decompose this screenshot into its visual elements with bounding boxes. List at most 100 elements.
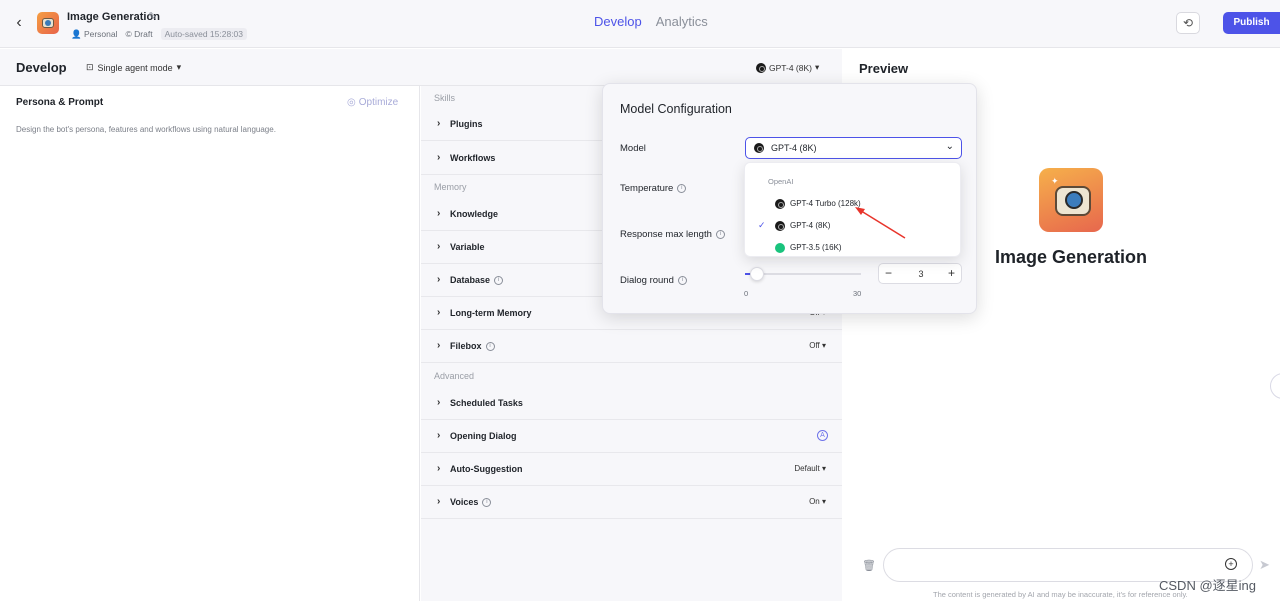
tab-develop[interactable]: Develop — [594, 14, 642, 29]
bot-avatar — [37, 12, 59, 34]
chevron-right-icon: › — [437, 118, 441, 129]
agent-mode-select[interactable]: ⊡ Single agent mode ▾ — [86, 62, 181, 73]
develop-bar: Develop ⊡ Single agent mode ▾ GPT-4 (8K)… — [0, 49, 842, 86]
info-icon[interactable]: i — [677, 276, 687, 285]
dialog-round-slider[interactable] — [745, 267, 861, 281]
check-icon: ✓ — [758, 220, 766, 230]
row-auto-suggestion[interactable]: › Auto-Suggestion Default ▾ — [421, 453, 842, 486]
edit-icon[interactable]: ✎ — [148, 10, 157, 23]
caret-down-icon: ▾ — [814, 62, 820, 72]
response-max-length-label: Response max length i — [620, 229, 725, 240]
preview-bot-avatar: ✦ — [1039, 168, 1103, 232]
caret-down-icon: ▾ — [176, 62, 182, 72]
optimize-label: Optimize — [358, 97, 399, 108]
bot-meta: 👤 Personal © Draft Auto-saved 15:28:03 — [71, 28, 248, 40]
slider-max-label: 30 — [853, 289, 862, 298]
camera-lens — [1065, 191, 1083, 209]
chevron-right-icon: › — [437, 496, 441, 507]
gpt35-icon — [775, 243, 785, 253]
send-icon[interactable]: ➤ — [1259, 557, 1270, 573]
row-label-wrap: Voices i — [450, 497, 492, 507]
voices-toggle[interactable]: On ▾ — [809, 497, 826, 506]
row-label: Long-term Memory — [450, 308, 532, 318]
ai-disclaimer: The content is generated by AI and may b… — [933, 590, 1188, 599]
section-memory: Memory — [434, 182, 467, 192]
openai-icon — [775, 221, 785, 231]
chevron-right-icon: › — [437, 430, 441, 441]
row-label: Plugins — [450, 119, 483, 129]
row-label: Variable — [450, 242, 485, 252]
chevron-right-icon: › — [437, 397, 441, 408]
chevron-right-icon: › — [437, 152, 441, 163]
openai-icon — [754, 143, 764, 153]
status-label: © Draft — [125, 29, 153, 39]
persona-title: Persona & Prompt — [16, 97, 104, 108]
chevron-right-icon: › — [437, 340, 441, 351]
chevron-right-icon: › — [437, 274, 441, 285]
ai-generate-icon[interactable]: A — [817, 430, 828, 441]
info-icon[interactable]: i — [715, 230, 725, 239]
clear-chat-icon[interactable]: 🗑 — [862, 559, 876, 572]
info-icon[interactable]: i — [482, 497, 492, 507]
dialog-round-stepper[interactable]: − 3 + — [878, 263, 962, 284]
popup-title: Model Configuration — [620, 102, 732, 116]
top-header: ‹ Image Generation ✎ 👤 Personal © Draft … — [0, 0, 1280, 48]
model-select[interactable]: GPT-4 (8K) ⌄ — [745, 137, 962, 159]
arrow-line — [857, 208, 906, 239]
add-attachment-icon[interactable]: + — [1225, 558, 1237, 570]
dropdown-group-label: OpenAI — [768, 177, 794, 186]
camera-lens — [45, 20, 51, 26]
row-label-wrap: Database i — [450, 275, 504, 285]
section-skills: Skills — [434, 93, 456, 103]
chevron-right-icon: › — [437, 463, 441, 474]
history-icon[interactable]: ⟲ — [1176, 12, 1200, 34]
row-scheduled-tasks[interactable]: › Scheduled Tasks — [421, 387, 842, 420]
top-tabs: Develop Analytics — [594, 14, 708, 29]
agent-mode-icon: ⊡ — [86, 62, 94, 72]
slider-min-label: 0 — [744, 289, 749, 298]
openai-icon — [775, 199, 785, 209]
persona-panel: Persona & Prompt ◎ Optimize Design the b… — [0, 86, 420, 601]
info-icon[interactable]: i — [677, 184, 687, 193]
row-label: Scheduled Tasks — [450, 398, 523, 408]
develop-title: Develop — [16, 60, 67, 75]
info-icon[interactable]: i — [485, 341, 495, 351]
auto-suggestion-select[interactable]: Default ▾ — [794, 464, 826, 473]
space-label: 👤 Personal — [71, 28, 118, 39]
row-label: Opening Dialog — [450, 431, 517, 441]
autosave-badge: Auto-saved 15:28:03 — [160, 28, 248, 40]
row-label: Filebox — [450, 341, 482, 351]
model-option-label: GPT-3.5 (16K) — [790, 243, 842, 252]
optimize-button[interactable]: ◎ Optimize — [347, 97, 398, 108]
section-advanced: Advanced — [434, 371, 475, 381]
chevron-right-icon: › — [437, 208, 441, 219]
back-arrow-icon[interactable]: ‹ — [10, 14, 28, 32]
row-label: Knowledge — [450, 209, 499, 219]
dialog-round-label: Dialog round i — [620, 275, 687, 286]
watermark: CSDN @逐星ing — [1159, 578, 1256, 593]
chevron-right-icon: › — [437, 307, 441, 318]
model-label: Model — [620, 143, 646, 154]
chevron-right-icon: › — [437, 241, 441, 252]
tab-analytics[interactable]: Analytics — [656, 14, 708, 29]
slider-handle[interactable] — [749, 267, 764, 281]
persona-placeholder[interactable]: Design the bot's persona, features and w… — [16, 125, 276, 134]
annotation-arrow — [855, 207, 906, 239]
increment-button[interactable]: + — [948, 266, 955, 280]
agent-mode-label: Single agent mode — [97, 62, 173, 73]
info-icon[interactable]: i — [494, 275, 504, 285]
row-opening-dialog[interactable]: › Opening Dialog A — [421, 420, 842, 453]
chevron-down-icon: ⌄ — [945, 141, 954, 152]
row-voices[interactable]: › Voices i On ▾ — [421, 486, 842, 519]
arrow-head — [855, 207, 865, 215]
publish-button[interactable]: Publish — [1223, 12, 1280, 34]
bot-title: Image Generation — [67, 11, 160, 23]
row-label: Auto-Suggestion — [450, 464, 523, 474]
openai-icon — [756, 62, 766, 73]
model-picker[interactable]: GPT-4 (8K) ▾ — [756, 62, 819, 73]
row-label: Workflows — [450, 153, 496, 163]
model-picker-label: GPT-4 (8K) — [769, 62, 812, 73]
preview-title: Preview — [859, 61, 909, 76]
filebox-toggle[interactable]: Off ▾ — [809, 341, 826, 350]
row-filebox[interactable]: › Filebox i Off ▾ — [421, 330, 842, 363]
